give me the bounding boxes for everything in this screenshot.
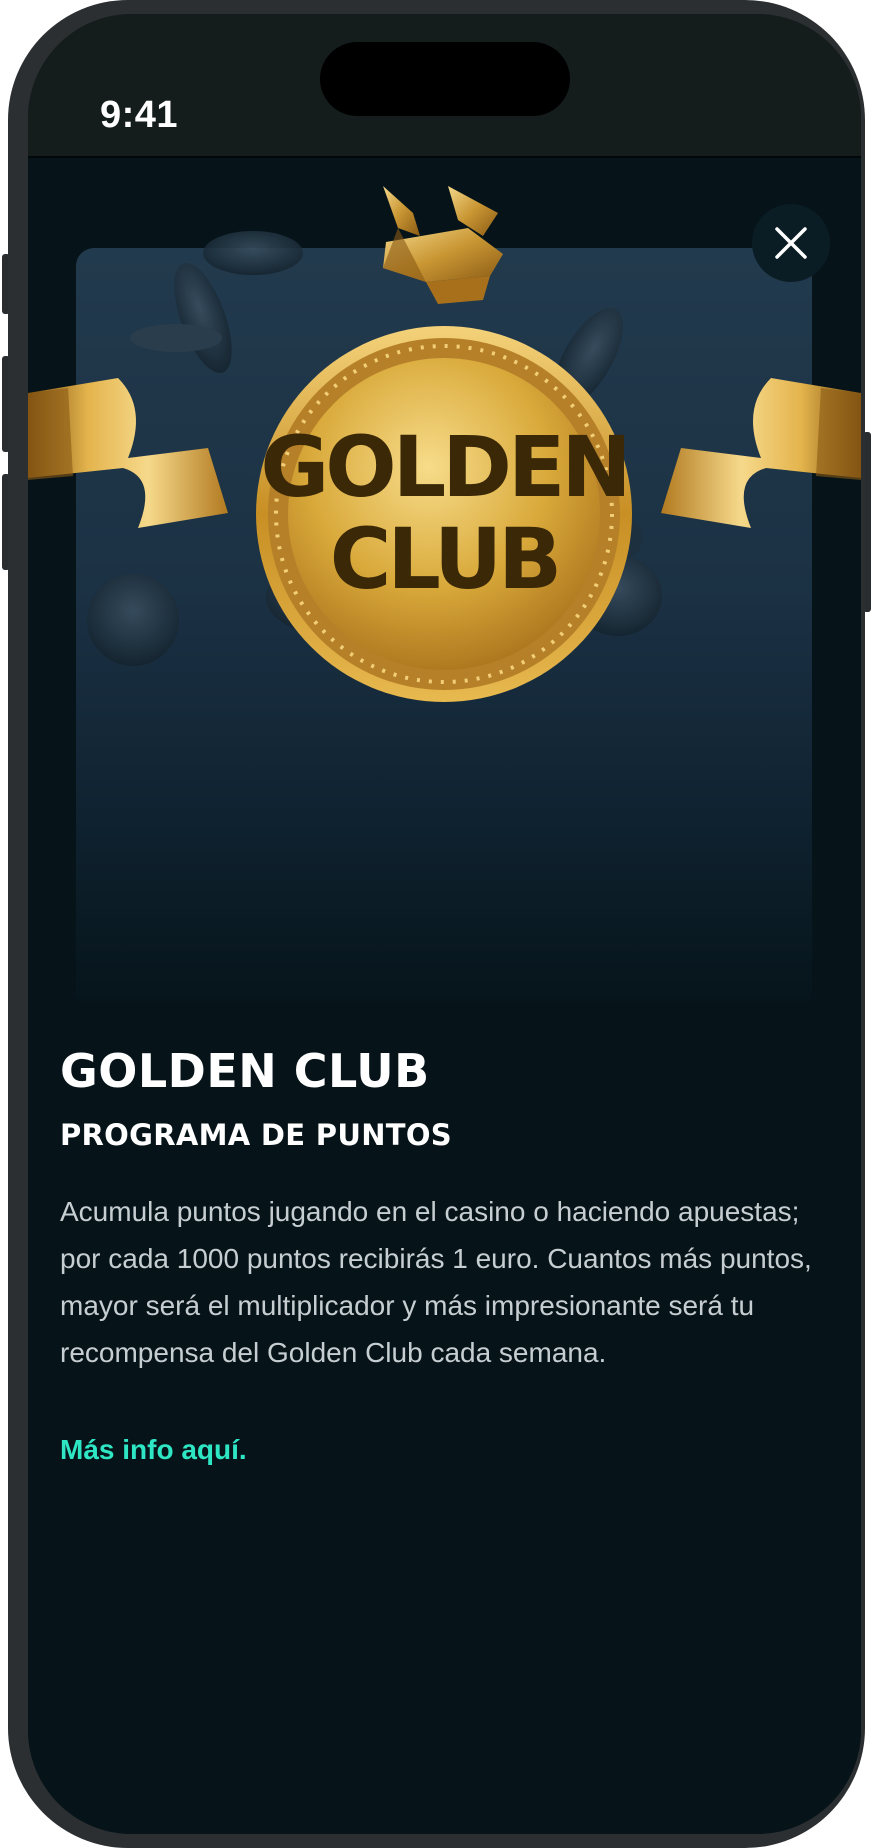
- close-icon: [775, 227, 807, 259]
- modal-content: GOLDEN CLUB GOLDEN CLUB PROGRAMA DE PUNT…: [28, 158, 861, 1834]
- status-bar: 9:41: [28, 14, 861, 158]
- status-time: 9:41: [100, 94, 179, 136]
- screen: 9:41 GOLDEN CLUB GOLDEN CLUB PROGRAMA DE…: [28, 14, 861, 1834]
- phone-frame: 9:41 GOLDEN CLUB GOLDEN CLUB PROGRAMA DE…: [0, 0, 873, 1848]
- badge-line-2: CLUB: [330, 510, 558, 608]
- phone-body: 9:41 GOLDEN CLUB GOLDEN CLUB PROGRAMA DE…: [8, 0, 865, 1848]
- golden-club-badge: GOLDEN CLUB: [256, 326, 632, 702]
- description-text: Acumula puntos jugando en el casino o ha…: [60, 1196, 812, 1368]
- dynamic-island: [320, 42, 570, 116]
- golden-club-hero-image: GOLDEN CLUB: [28, 186, 861, 702]
- more-info-link[interactable]: Más info aquí.: [60, 1434, 247, 1466]
- page-title: GOLDEN CLUB: [60, 1044, 430, 1098]
- bull-emblem-icon: [383, 186, 503, 304]
- badge-line-1: GOLDEN: [260, 418, 627, 516]
- close-button[interactable]: [752, 204, 830, 282]
- page-subtitle: PROGRAMA DE PUNTOS: [60, 1118, 452, 1152]
